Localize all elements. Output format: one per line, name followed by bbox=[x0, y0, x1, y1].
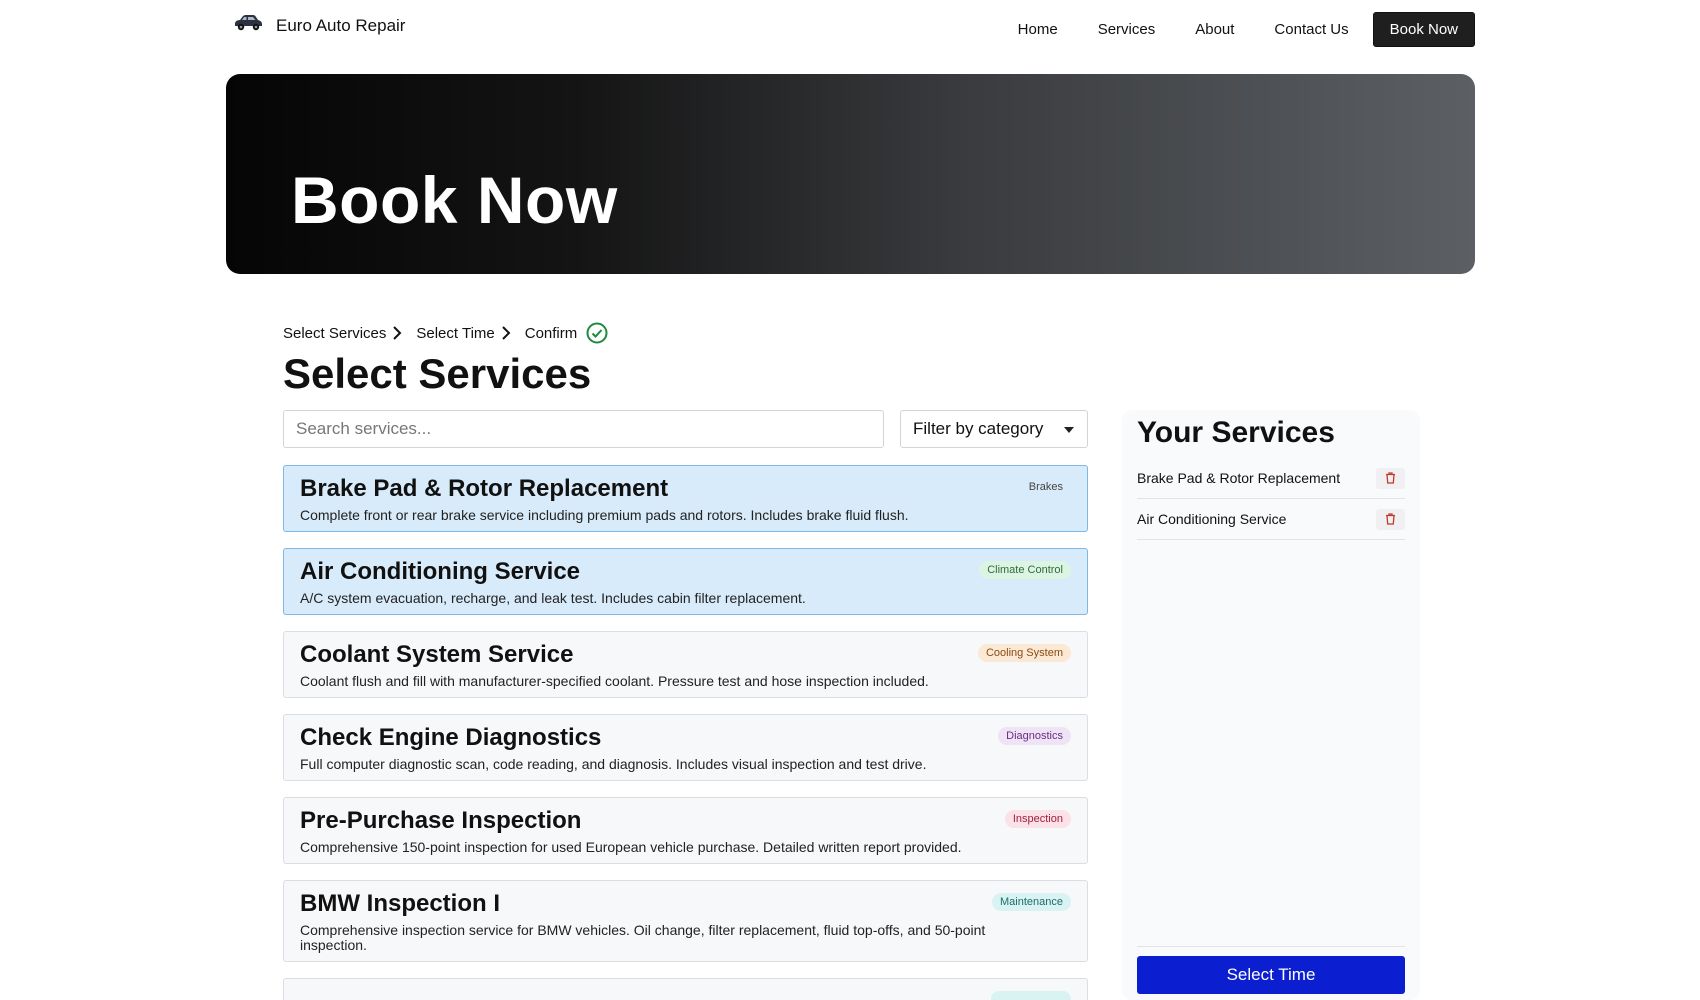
category-badge: Diagnostics bbox=[998, 727, 1071, 745]
selected-service-name: Air Conditioning Service bbox=[1137, 511, 1287, 527]
booking-steps: Select Services Select Time Confirm bbox=[283, 322, 608, 344]
brand[interactable]: Euro Auto Repair bbox=[232, 14, 405, 37]
chevron-right-icon bbox=[392, 325, 402, 341]
top-navbar: Euro Auto Repair Home Services About Con… bbox=[0, 0, 1700, 58]
service-card[interactable] bbox=[283, 978, 1088, 1000]
step-label: Confirm bbox=[524, 324, 578, 342]
step-label: Select Services bbox=[283, 324, 387, 342]
page-title: Select Services bbox=[283, 350, 592, 397]
category-badge: Brakes bbox=[1020, 478, 1071, 496]
service-card[interactable]: Air Conditioning Service A/C system evac… bbox=[283, 548, 1088, 615]
service-card[interactable]: Check Engine Diagnostics Full computer d… bbox=[283, 714, 1088, 781]
nav-home-link[interactable]: Home bbox=[998, 13, 1078, 46]
category-badge: Cooling System bbox=[977, 644, 1071, 662]
hero-title: Book Now bbox=[291, 163, 618, 237]
hero-banner: Book Now bbox=[226, 74, 1475, 274]
step-select-time[interactable]: Select Time bbox=[416, 325, 494, 342]
trash-icon[interactable] bbox=[1376, 508, 1405, 530]
selected-service-item: Air Conditioning Service bbox=[1137, 499, 1405, 540]
service-name: Pre-Purchase Inspection bbox=[300, 807, 582, 834]
service-card[interactable]: Coolant System Service Coolant flush and… bbox=[283, 631, 1088, 698]
nav-book-now-button[interactable]: Book Now bbox=[1372, 12, 1475, 47]
step-select-services[interactable]: Select Services bbox=[283, 325, 386, 342]
service-description: Coolant flush and fill with manufacturer… bbox=[300, 673, 929, 689]
check-circle-icon bbox=[586, 322, 608, 344]
selected-service-name: Brake Pad & Rotor Replacement bbox=[1137, 470, 1341, 486]
chevron-right-icon bbox=[501, 325, 511, 341]
filter-label: Filter by category bbox=[913, 419, 1044, 438]
service-card[interactable]: BMW Inspection I Comprehensive inspectio… bbox=[283, 880, 1088, 962]
service-name: Air Conditioning Service bbox=[300, 558, 581, 585]
service-card[interactable]: Pre-Purchase Inspection Comprehensive 15… bbox=[283, 797, 1088, 864]
selected-service-item: Brake Pad & Rotor Replacement bbox=[1137, 458, 1405, 499]
nav-contact-link[interactable]: Contact Us bbox=[1254, 13, 1368, 46]
divider bbox=[1137, 946, 1405, 947]
brand-name: Euro Auto Repair bbox=[276, 15, 406, 35]
service-name: Coolant System Service bbox=[300, 641, 574, 668]
category-badge: Climate Control bbox=[979, 561, 1071, 579]
service-name: Check Engine Diagnostics bbox=[300, 724, 602, 751]
service-description: Complete front or rear brake service inc… bbox=[300, 507, 909, 523]
panel-title: Your Services bbox=[1137, 416, 1335, 449]
service-name: BMW Inspection I bbox=[300, 890, 500, 917]
selected-services-panel: Your Services Brake Pad & Rotor Replacem… bbox=[1122, 410, 1420, 1000]
service-description: A/C system evacuation, recharge, and lea… bbox=[300, 590, 806, 606]
category-filter-select[interactable]: Filter by category bbox=[900, 410, 1088, 448]
service-description: Comprehensive inspection service for BMW… bbox=[300, 922, 986, 953]
service-name: Brake Pad & Rotor Replacement bbox=[300, 475, 669, 502]
category-badge: Inspection bbox=[1004, 810, 1071, 828]
category-badge: Maintenance bbox=[992, 893, 1071, 911]
service-list: Brake Pad & Rotor Replacement Complete f… bbox=[283, 465, 1088, 1000]
service-description: Full computer diagnostic scan, code read… bbox=[300, 756, 927, 772]
nav-about-link[interactable]: About bbox=[1175, 13, 1254, 46]
nav-services-link[interactable]: Services bbox=[1078, 13, 1176, 46]
step-confirm[interactable]: Confirm bbox=[525, 325, 578, 342]
trash-icon[interactable] bbox=[1376, 467, 1405, 489]
category-badge bbox=[991, 991, 1071, 1000]
service-card[interactable]: Brake Pad & Rotor Replacement Complete f… bbox=[283, 465, 1088, 532]
search-input[interactable] bbox=[283, 410, 884, 448]
step-label: Select Time bbox=[416, 324, 495, 342]
nav-links: Home Services About Contact Us Book Now bbox=[998, 12, 1475, 47]
select-time-button[interactable]: Select Time bbox=[1137, 956, 1405, 994]
selected-services-list: Brake Pad & Rotor Replacement Air Condit… bbox=[1137, 458, 1405, 540]
caret-down-icon bbox=[1063, 419, 1075, 439]
service-description: Comprehensive 150-point inspection for u… bbox=[300, 839, 962, 855]
car-icon bbox=[232, 14, 264, 37]
